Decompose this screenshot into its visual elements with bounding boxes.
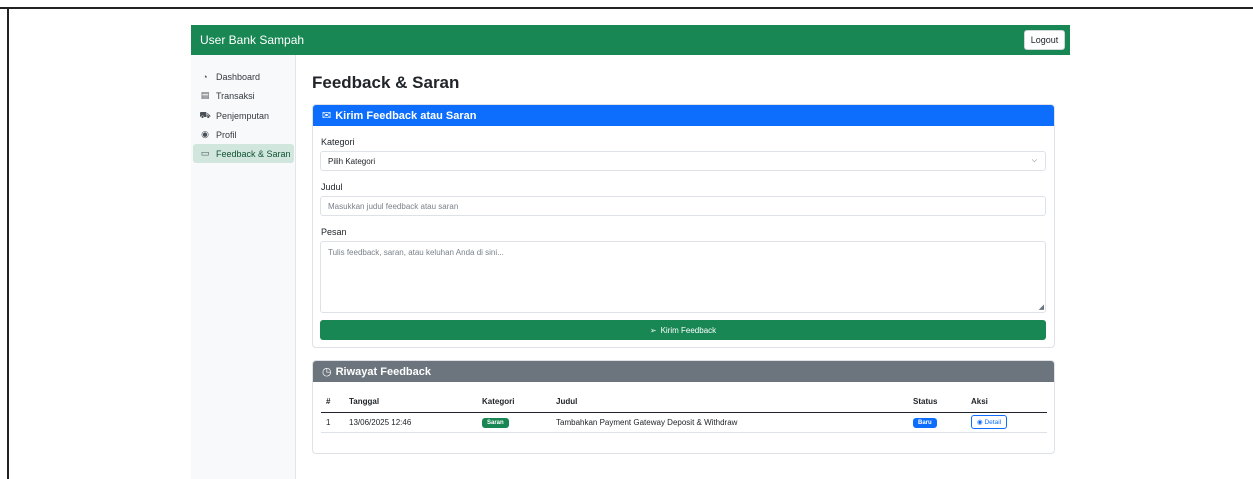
eye-icon: ◉: [977, 419, 983, 426]
sidebar-item-dashboard[interactable]: ◔ Dashboard: [193, 67, 294, 86]
sidebar-item-label: Profil: [216, 129, 237, 140]
envelope-icon: ✉: [322, 110, 332, 122]
pesan-textarea[interactable]: [320, 241, 1046, 313]
send-icon: ➢: [649, 325, 657, 335]
history-card-header: ◷ Riwayat Feedback: [313, 361, 1054, 382]
kategori-label: Kategori: [321, 137, 355, 147]
status-badge: Baru: [913, 417, 937, 428]
resize-handle-icon[interactable]: ◢: [1039, 303, 1044, 311]
table-header-row: # Tanggal Kategori Judul Status Aksi: [321, 392, 1047, 413]
judul-label: Judul: [321, 182, 343, 192]
speedometer-icon: ◔: [202, 71, 208, 82]
sidebar: ◔ Dashboard ▤ Transaksi ⛟ Penjemputan ◉ …: [191, 55, 296, 479]
row-number: 1: [321, 412, 344, 433]
sidebar-item-transaksi[interactable]: ▤ Transaksi: [193, 86, 294, 105]
kirim-feedback-button[interactable]: ➢ Kirim Feedback: [320, 320, 1046, 340]
row-tanggal: 13/06/2025 12:46: [344, 412, 477, 433]
app-window: User Bank Sampah Logout ◔ Dashboard ▤ Tr…: [191, 25, 1070, 479]
form-card-title: Kirim Feedback atau Saran: [335, 109, 477, 122]
col-tanggal: Tanggal: [344, 392, 477, 413]
pesan-label: Pesan: [321, 227, 347, 237]
col-aksi: Aksi: [966, 392, 1047, 413]
receipt-icon: ▤: [200, 90, 210, 100]
sidebar-item-label: Transaksi: [216, 90, 255, 101]
sidebar-item-label: Penjemputan: [216, 110, 270, 121]
chat-icon: ▭: [200, 148, 210, 158]
detail-label: Detail: [984, 419, 1002, 426]
frame-border-left: [7, 7, 9, 479]
sidebar-item-label: Dashboard: [216, 71, 261, 82]
sidebar-item-label: Feedback & Saran: [216, 148, 291, 159]
col-status: Status: [908, 392, 966, 413]
col-kategori: Kategori: [477, 392, 551, 413]
sidebar-item-feedback[interactable]: ▭ Feedback & Saran: [193, 144, 294, 163]
sidebar-item-penjemputan[interactable]: ⛟ Penjemputan: [193, 106, 294, 125]
judul-input[interactable]: [320, 196, 1046, 216]
kategori-selected-value: Pilih Kategori: [328, 156, 376, 166]
row-judul: Tambahkan Payment Gateway Deposit & With…: [551, 412, 908, 433]
kategori-select[interactable]: Pilih Kategori ⌵: [320, 151, 1046, 171]
kategori-badge: Saran: [482, 417, 509, 428]
history-card-title: Riwayat Feedback: [335, 365, 431, 378]
page-title: Feedback & Saran: [312, 73, 460, 92]
top-navbar: User Bank Sampah Logout: [191, 25, 1070, 55]
feedback-history-card: ◷ Riwayat Feedback # Tanggal Kategori Ju…: [312, 360, 1055, 454]
clock-icon: ◷: [322, 366, 332, 378]
chevron-down-icon: ⌵: [1031, 157, 1037, 164]
person-circle-icon: ◉: [201, 129, 209, 139]
feedback-form-card: ✉ Kirim Feedback atau Saran Kategori Pil…: [312, 104, 1055, 348]
logout-button[interactable]: Logout: [1024, 30, 1065, 50]
sidebar-item-profil[interactable]: ◉ Profil: [193, 125, 294, 144]
navbar-brand[interactable]: User Bank Sampah: [200, 33, 304, 47]
col-judul: Judul: [551, 392, 908, 413]
form-card-header: ✉ Kirim Feedback atau Saran: [313, 105, 1054, 126]
col-number: #: [321, 392, 344, 413]
table-row: 1 13/06/2025 12:46 Saran Tambahkan Payme…: [321, 412, 1047, 433]
truck-icon: ⛟: [199, 109, 211, 120]
frame-border-top: [0, 7, 1253, 9]
detail-button[interactable]: ◉ Detail: [971, 415, 1008, 429]
submit-label: Kirim Feedback: [660, 325, 717, 335]
feedback-history-table: # Tanggal Kategori Judul Status Aksi 1 1…: [321, 392, 1047, 433]
